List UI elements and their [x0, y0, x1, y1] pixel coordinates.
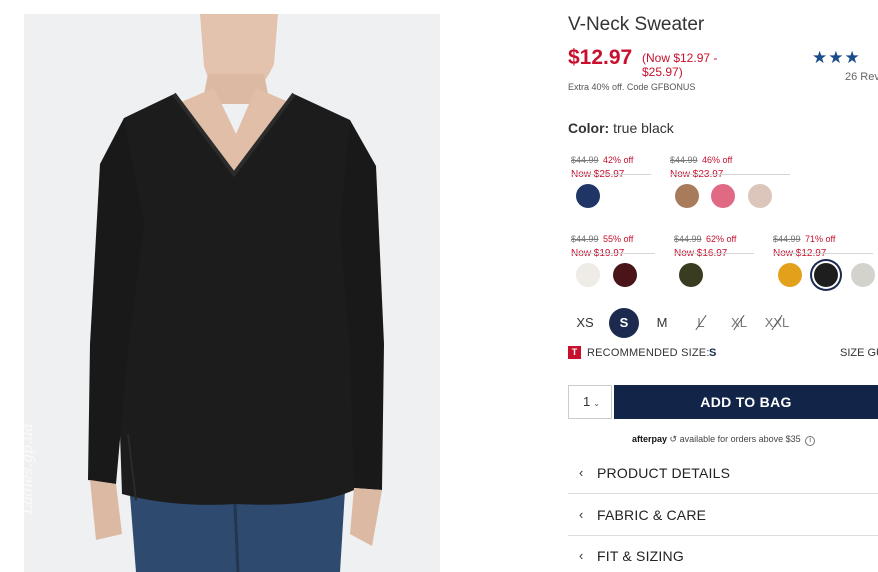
price-group: $44.99 62% off Now $16.97: [674, 229, 754, 259]
color-swatch[interactable]: [679, 263, 703, 287]
size-xl-unavailable[interactable]: XL: [724, 308, 754, 338]
quantity-value: 1: [583, 394, 591, 409]
divider: [571, 253, 655, 254]
accordion-fit-sizing[interactable]: ‹ FIT & SIZING: [568, 537, 878, 572]
size-s[interactable]: S: [609, 308, 639, 338]
chevron-left-icon: ‹: [579, 548, 584, 563]
discount-text: 55% off: [602, 234, 634, 244]
color-selection: Color: true black: [568, 120, 674, 136]
watermark: Ladies.gp.ua: [24, 423, 36, 514]
color-swatch[interactable]: [748, 184, 772, 208]
model-photo: [24, 14, 440, 572]
afterpay-icon: ↺: [669, 434, 678, 444]
afterpay-logo: afterpay: [632, 434, 668, 444]
color-value: true black: [613, 120, 674, 136]
color-label: Color:: [568, 120, 610, 136]
price-group: $44.99 42% off Now $25.97: [571, 150, 651, 180]
original-price: $44.99: [571, 234, 599, 244]
product-image[interactable]: Ladies.gp.ua: [24, 14, 440, 572]
color-swatch-selected[interactable]: [814, 263, 838, 287]
color-swatch[interactable]: [576, 184, 600, 208]
info-icon[interactable]: i: [805, 436, 816, 446]
divider: [674, 253, 754, 254]
afterpay-note: afterpay ↺ available for orders above $3…: [632, 434, 816, 446]
discount-text: 42% off: [602, 155, 634, 165]
size-l-unavailable[interactable]: L: [686, 308, 716, 338]
divider: [568, 535, 878, 536]
price-group: $44.99 46% off Now $23.97: [670, 150, 790, 180]
color-swatch[interactable]: [851, 263, 875, 287]
chevron-left-icon: ‹: [579, 465, 584, 480]
color-swatch[interactable]: [778, 263, 802, 287]
discount-text: 62% off: [705, 234, 737, 244]
current-price: $12.97: [568, 46, 633, 69]
size-m[interactable]: M: [647, 308, 677, 338]
true-fit-icon: T: [568, 346, 581, 359]
original-price: $44.99: [670, 155, 698, 165]
divider: [568, 493, 878, 494]
promo-code-text: Extra 40% off. Code GFBONUS: [568, 82, 696, 92]
recommended-size-label: RECOMMENDED SIZE:: [587, 347, 710, 359]
rating-stars-icon[interactable]: ★★★: [812, 48, 861, 68]
color-swatch[interactable]: [576, 263, 600, 287]
original-price: $44.99: [571, 155, 599, 165]
divider: [571, 174, 651, 175]
color-swatch[interactable]: [675, 184, 699, 208]
accordion-fabric-care[interactable]: ‹ FABRIC & CARE: [568, 496, 878, 536]
accordion-label: FIT & SIZING: [597, 548, 684, 564]
recommended-size-value: S: [709, 347, 717, 359]
price-range: (Now $12.97 - $25.97): [642, 51, 718, 79]
product-title: V-Neck Sweater: [568, 14, 705, 35]
size-guide-link[interactable]: SIZE GU: [840, 347, 878, 359]
chevron-down-icon: ⌄: [593, 399, 600, 408]
discount-text: 71% off: [804, 234, 836, 244]
add-to-bag-button[interactable]: ADD TO BAG: [614, 385, 878, 419]
quantity-select[interactable]: 1 ⌄: [568, 385, 612, 419]
price-group: $44.99 71% off Now $12.97: [773, 229, 873, 259]
accordion-label: FABRIC & CARE: [597, 507, 707, 523]
size-xxl-unavailable[interactable]: XXL: [762, 308, 792, 338]
product-panel: V-Neck Sweater $12.97 (Now $12.97 - $25.…: [568, 0, 878, 572]
original-price: $44.99: [773, 234, 801, 244]
size-xs[interactable]: XS: [570, 308, 600, 338]
discount-text: 46% off: [701, 155, 733, 165]
afterpay-text: available for orders above $35: [679, 434, 801, 444]
reviews-link[interactable]: 26 Rev: [845, 71, 878, 83]
color-swatch[interactable]: [613, 263, 637, 287]
accordion-product-details[interactable]: ‹ PRODUCT DETAILS: [568, 454, 878, 494]
divider: [773, 253, 873, 254]
price-group: $44.99 55% off Now $19.97: [571, 229, 655, 259]
original-price: $44.99: [674, 234, 702, 244]
accordion-label: PRODUCT DETAILS: [597, 465, 731, 481]
chevron-left-icon: ‹: [579, 507, 584, 522]
divider: [670, 174, 790, 175]
color-swatch[interactable]: [711, 184, 735, 208]
